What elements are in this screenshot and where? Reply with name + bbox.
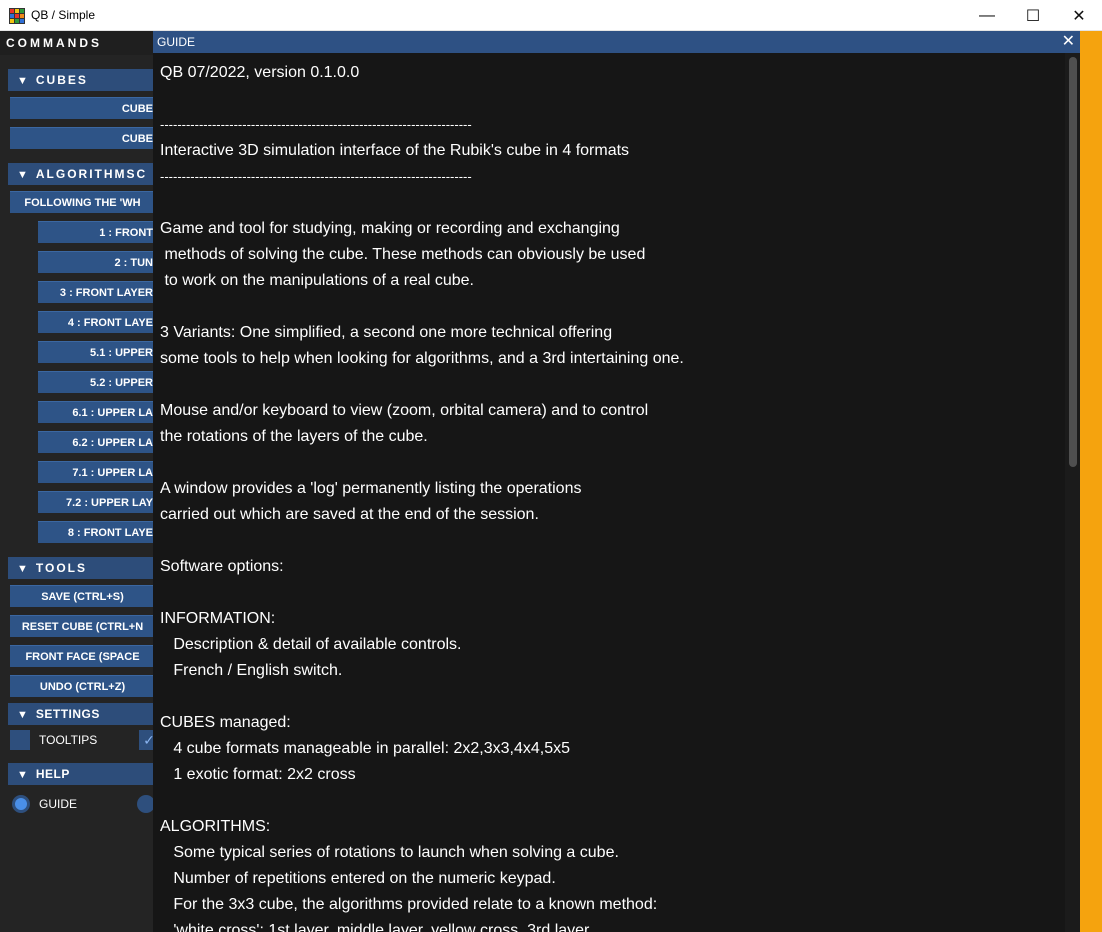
guide-row: GUIDE — [8, 791, 158, 817]
guide-text-line: French / English switch. — [160, 662, 343, 679]
guide-text-line: Description & detail of available contro… — [160, 636, 462, 653]
guide-scroll-thumb[interactable] — [1069, 57, 1077, 467]
guide-text-line: carried out which are saved at the end o… — [160, 506, 539, 523]
cube-button-1[interactable]: CUBE — [10, 97, 153, 119]
guide-separator: ----------------------------------------… — [160, 117, 472, 132]
section-help[interactable]: ▼ HELP — [8, 763, 168, 785]
guide-content[interactable]: QB 07/2022, version 0.1.0.0 ------------… — [153, 53, 1065, 932]
algo-button-7-2[interactable]: 7.2 : UPPER LAY — [38, 491, 153, 513]
app-cube-icon — [9, 8, 25, 24]
collapse-triangle-icon: ▼ — [17, 75, 28, 87]
guide-text-line: For the 3x3 cube, the algorithms provide… — [160, 896, 658, 913]
guide-text-line: 'white cross': 1st layer, middle layer, … — [160, 922, 590, 932]
guide-radio[interactable] — [12, 795, 30, 813]
guide-text-line: Some typical series of rotations to laun… — [160, 844, 619, 861]
guide-text-line: INFORMATION: — [160, 610, 276, 627]
front-face-button[interactable]: FRONT FACE (SPACE — [10, 645, 155, 667]
commands-header: COMMANDS — [0, 31, 153, 55]
section-tools[interactable]: ▼ TOOLS — [8, 557, 168, 579]
guide-scrollbar[interactable] — [1065, 53, 1080, 932]
algo-button-4[interactable]: 4 : FRONT LAYE — [38, 311, 153, 333]
algo-button-2[interactable]: 2 : TUN — [38, 251, 153, 273]
maximize-button[interactable]: ☐ — [1010, 0, 1056, 31]
collapse-triangle-icon: ▼ — [17, 563, 28, 575]
section-settings[interactable]: ▼ SETTINGS — [8, 703, 168, 725]
algo-button-method[interactable]: FOLLOWING THE 'WH — [10, 191, 155, 213]
tooltips-label: TOOLTIPS — [39, 733, 98, 747]
collapse-triangle-icon: ▼ — [17, 769, 28, 781]
guide-text-line: 3 Variants: One simplified, a second one… — [160, 324, 613, 341]
collapse-triangle-icon: ▼ — [17, 169, 28, 181]
guide-close-icon[interactable]: ✕ — [1062, 31, 1075, 53]
guide-text-line: Game and tool for studying, making or re… — [160, 220, 620, 237]
algo-button-3[interactable]: 3 : FRONT LAYER — [38, 281, 153, 303]
guide-text-line: ALGORITHMS: — [160, 818, 271, 835]
tooltips-checkbox[interactable] — [10, 730, 30, 750]
reset-cube-button[interactable]: RESET CUBE (CTRL+N — [10, 615, 155, 637]
guide-text-line: methods of solving the cube. These metho… — [160, 246, 646, 263]
guide-titlebar: GUIDE ✕ — [153, 31, 1080, 53]
guide-text-line: A window provides a 'log' permanently li… — [160, 480, 582, 497]
guide-title: GUIDE — [157, 35, 196, 49]
algo-button-7-1[interactable]: 7.1 : UPPER LA — [38, 461, 153, 483]
algo-button-1[interactable]: 1 : FRONT — [38, 221, 153, 243]
guide-separator: ----------------------------------------… — [160, 169, 472, 184]
commands-panel: COMMANDS ▼ CUBES CUBE CUBE ▼ ALGORITHMSC F… — [0, 31, 168, 932]
guide-text-line: Number of repetitions entered on the num… — [160, 870, 556, 887]
algo-button-8[interactable]: 8 : FRONT LAYE — [38, 521, 153, 543]
algo-button-6-1[interactable]: 6.1 : UPPER LA — [38, 401, 153, 423]
guide-version-line: QB 07/2022, version 0.1.0.0 — [160, 64, 360, 81]
close-window-button[interactable]: ✕ — [1056, 0, 1102, 31]
guide-text-line: Interactive 3D simulation interface of t… — [160, 142, 630, 159]
collapse-triangle-icon: ▼ — [17, 709, 28, 721]
guide-text-line: to work on the manipulations of a real c… — [160, 272, 474, 289]
undo-button[interactable]: UNDO (CTRL+Z) — [10, 675, 155, 697]
guide-text-line: Software options: — [160, 558, 284, 575]
window-titlebar: QB / Simple — ☐ ✕ — [0, 0, 1102, 31]
viewport-edge-strip — [1080, 31, 1102, 932]
guide-text-line: the rotations of the layers of the cube. — [160, 428, 428, 445]
guide-text-line: 4 cube formats manageable in parallel: 2… — [160, 740, 571, 757]
algo-button-5-1[interactable]: 5.1 : UPPER — [38, 341, 153, 363]
section-algorithms[interactable]: ▼ ALGORITHMSC — [8, 163, 168, 185]
save-button[interactable]: SAVE (CTRL+S) — [10, 585, 155, 607]
guide-label: GUIDE — [39, 797, 78, 811]
guide-text-line: some tools to help when looking for algo… — [160, 350, 684, 367]
guide-text-line: CUBES managed: — [160, 714, 291, 731]
algo-button-6-2[interactable]: 6.2 : UPPER LA — [38, 431, 153, 453]
guide-window: GUIDE ✕ QB 07/2022, version 0.1.0.0 ----… — [153, 31, 1080, 932]
window-title: QB / Simple — [31, 8, 96, 22]
section-cubes[interactable]: ▼ CUBES — [8, 69, 168, 91]
tooltips-row: TOOLTIPS ✓ — [8, 727, 159, 753]
guide-text-line: Mouse and/or keyboard to view (zoom, orb… — [160, 402, 649, 419]
guide-text-line: 1 exotic format: 2x2 cross — [160, 766, 356, 783]
cube-button-2[interactable]: CUBE — [10, 127, 153, 149]
minimize-button[interactable]: — — [964, 0, 1010, 31]
algo-button-5-2[interactable]: 5.2 : UPPER — [38, 371, 153, 393]
